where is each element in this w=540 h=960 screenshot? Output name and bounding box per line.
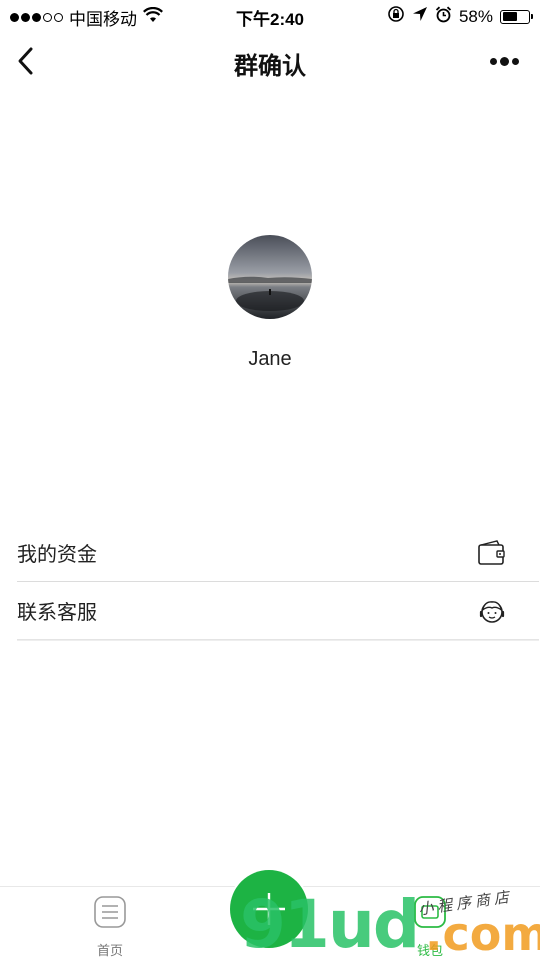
orientation-lock-icon xyxy=(387,5,405,28)
navigation-bar: 群确认 xyxy=(0,30,540,92)
menu-item-label: 联系客服 xyxy=(17,602,97,624)
location-arrow-icon xyxy=(412,6,428,27)
menu-list: 我的资金 联系客服 xyxy=(17,524,539,640)
page-title: 群确认 xyxy=(234,53,306,80)
tab-home[interactable]: 首页 xyxy=(70,895,150,959)
plus-icon xyxy=(253,893,285,925)
more-options-button[interactable] xyxy=(484,50,524,72)
menu-item-my-funds[interactable]: 我的资金 xyxy=(17,524,539,582)
wallet-icon xyxy=(475,536,509,570)
menu-item-label: 我的资金 xyxy=(17,544,97,566)
avatar[interactable] xyxy=(228,235,312,319)
status-bar: 中国移动 下午2:40 58% xyxy=(0,0,540,30)
list-icon xyxy=(93,895,127,934)
tab-label: 钱包 xyxy=(416,943,443,958)
wallet-tab-icon xyxy=(413,895,447,934)
customer-service-icon xyxy=(475,594,509,628)
battery-icon xyxy=(500,9,533,24)
battery-percent: 58% xyxy=(458,6,493,26)
menu-item-customer-service[interactable]: 联系客服 xyxy=(17,582,539,640)
add-button[interactable] xyxy=(228,868,310,950)
tab-wallet[interactable]: 钱包 xyxy=(390,895,470,959)
tab-label: 首页 xyxy=(96,943,123,958)
alarm-icon xyxy=(435,6,452,28)
user-name: Jane xyxy=(248,348,292,370)
chevron-left-icon xyxy=(18,47,33,75)
more-dots-icon xyxy=(489,57,497,65)
status-right: 58% xyxy=(387,5,533,28)
back-button[interactable] xyxy=(10,44,40,78)
battery-level xyxy=(502,12,517,21)
